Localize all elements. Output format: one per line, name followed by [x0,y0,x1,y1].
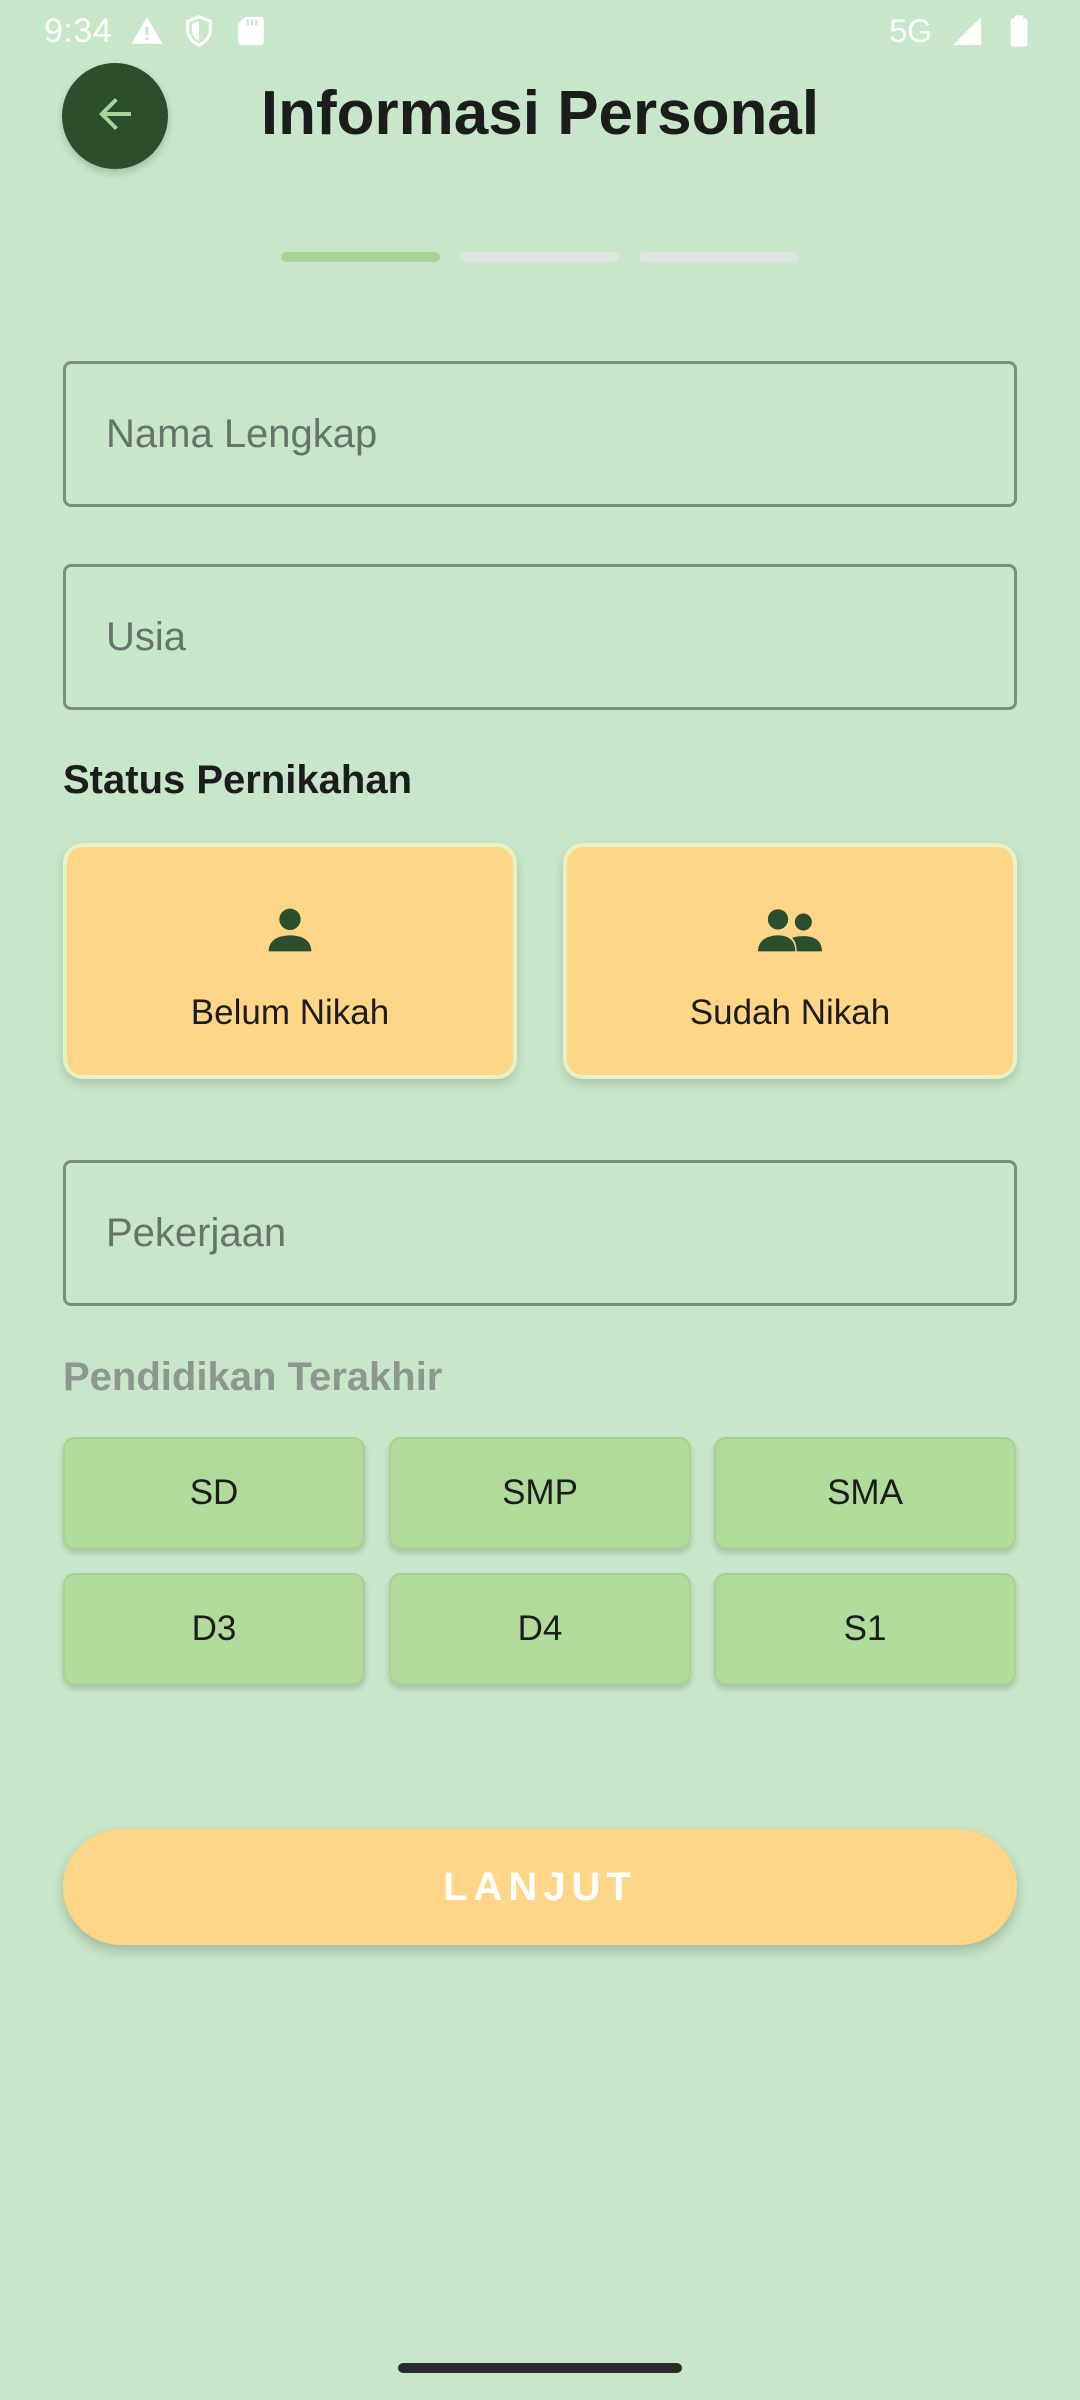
option-label: Belum Nikah [190,993,390,1032]
person-icon [258,897,322,963]
education-option-sma[interactable]: SMA [714,1437,1016,1549]
people-icon [752,897,828,963]
occupation-field[interactable] [63,1160,1017,1306]
sd-card-icon [234,14,268,48]
education-option-s1[interactable]: S1 [714,1573,1016,1685]
marital-status-label: Status Pernikahan [63,758,413,802]
education-option-sd[interactable]: SD [63,1437,365,1549]
battery-icon [1002,14,1036,48]
signal-icon [950,14,984,48]
page-title: Informasi Personal [260,79,820,148]
status-bar-right: 5G [889,13,1036,50]
full-name-field[interactable] [63,361,1017,507]
education-option-d3[interactable]: D3 [63,1573,365,1685]
option-label: Sudah Nikah [689,993,891,1032]
status-bar: 9:34 5G [0,0,1080,62]
warning-icon [130,14,164,48]
option-belum-nikah[interactable]: Belum Nikah [63,843,517,1079]
education-label: Pendidikan Terakhir [63,1355,443,1399]
progress-step-3 [639,252,798,262]
back-button[interactable] [62,63,168,169]
status-bar-left: 9:34 [44,12,268,51]
age-field[interactable] [63,564,1017,710]
home-indicator[interactable] [398,2363,682,2373]
continue-button[interactable]: LANJUT [63,1829,1017,1945]
option-sudah-nikah[interactable]: Sudah Nikah [563,843,1017,1079]
status-time: 9:34 [44,11,113,50]
network-label: 5G [889,12,932,49]
progress-step-2 [460,252,619,262]
age-input[interactable] [106,614,1014,660]
education-option-smp[interactable]: SMP [389,1437,691,1549]
full-name-input[interactable] [106,411,1014,457]
step-progress [281,252,798,262]
education-option-d4[interactable]: D4 [389,1573,691,1685]
progress-step-1 [281,252,440,262]
arrow-left-icon [91,90,139,143]
occupation-input[interactable] [106,1210,1014,1256]
shield-icon [182,14,216,48]
